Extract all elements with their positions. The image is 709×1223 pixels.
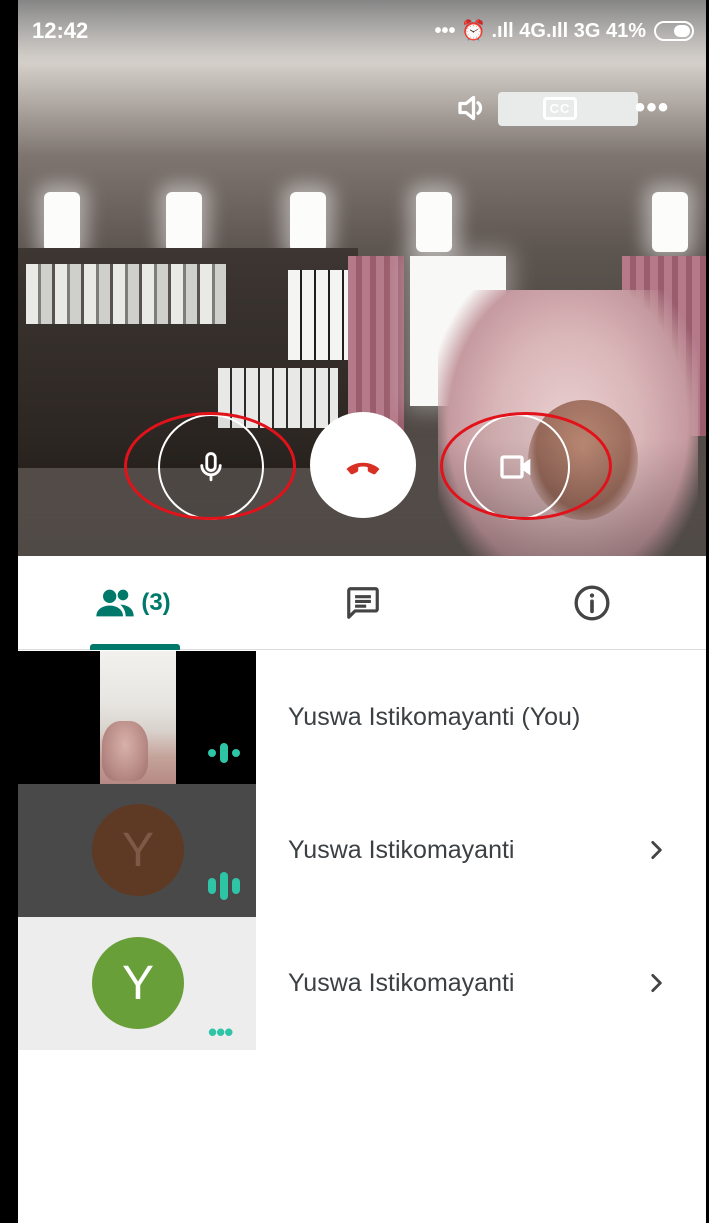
- participant-name: Yuswa Istikomayanti: [288, 836, 515, 864]
- video-camera-icon: [500, 455, 531, 479]
- status-bar: 12:42 ••• ⏰ .ıll 4G.ıll 3G 41%: [18, 0, 706, 64]
- idle-indicator-icon: •••: [208, 1017, 233, 1047]
- captions-icon: CC: [542, 96, 578, 120]
- participant-count: (3): [141, 589, 171, 616]
- participant-video-thumbnail: [18, 651, 256, 784]
- audio-level-indicator: [208, 872, 240, 900]
- more-options-button[interactable]: •••: [630, 86, 674, 130]
- participant-avatar-tile: Y: [18, 784, 256, 917]
- avatar: Y: [92, 937, 184, 1029]
- chevron-right-icon[interactable]: [636, 830, 676, 870]
- status-indicators: ••• ⏰ .ıll 4G.ıll 3G 41%: [434, 18, 694, 43]
- participant-name: Yuswa Istikomayanti: [288, 969, 515, 997]
- participant-avatar-tile: Y •••: [18, 917, 256, 1050]
- battery-icon: [654, 20, 694, 41]
- main-video-feed[interactable]: 12:42 ••• ⏰ .ıll 4G.ıll 3G 41% CC •••: [18, 0, 706, 556]
- status-indicators-text: ••• ⏰ .ıll 4G.ıll 3G 41%: [434, 20, 646, 42]
- chevron-right-icon[interactable]: [636, 963, 676, 1003]
- chat-icon: [347, 587, 379, 619]
- tab-people[interactable]: (3): [18, 556, 248, 650]
- tab-chat[interactable]: [248, 556, 478, 650]
- phone-hangup-icon: [346, 462, 380, 475]
- microphone-button[interactable]: [158, 414, 264, 520]
- participant-row[interactable]: Y ••• Yuswa Istikomayanti: [18, 917, 706, 1050]
- camera-button[interactable]: [464, 414, 570, 520]
- microphone-icon: [200, 452, 222, 482]
- speaker-button[interactable]: [450, 86, 494, 130]
- call-tabs: (3): [18, 556, 706, 650]
- info-icon: [574, 585, 610, 621]
- status-time: 12:42: [32, 18, 89, 43]
- participant-row[interactable]: Y Yuswa Istikomayanti: [18, 784, 706, 917]
- speaker-icon: [458, 95, 483, 121]
- participant-row-self[interactable]: Yuswa Istikomayanti (You): [18, 651, 706, 784]
- active-tab-indicator: [90, 644, 180, 650]
- meet-call-screen: 12:42 ••• ⏰ .ıll 4G.ıll 3G 41% CC ••• (3…: [18, 0, 706, 1223]
- participant-name: Yuswa Istikomayanti (You): [288, 703, 581, 731]
- avatar: Y: [92, 804, 184, 896]
- hangup-button[interactable]: [310, 412, 416, 518]
- audio-level-indicator: [208, 743, 240, 763]
- tab-info[interactable]: [478, 556, 706, 650]
- people-icon: [96, 589, 134, 617]
- captions-button[interactable]: CC: [538, 86, 582, 130]
- more-horizontal-icon: •••: [634, 91, 670, 124]
